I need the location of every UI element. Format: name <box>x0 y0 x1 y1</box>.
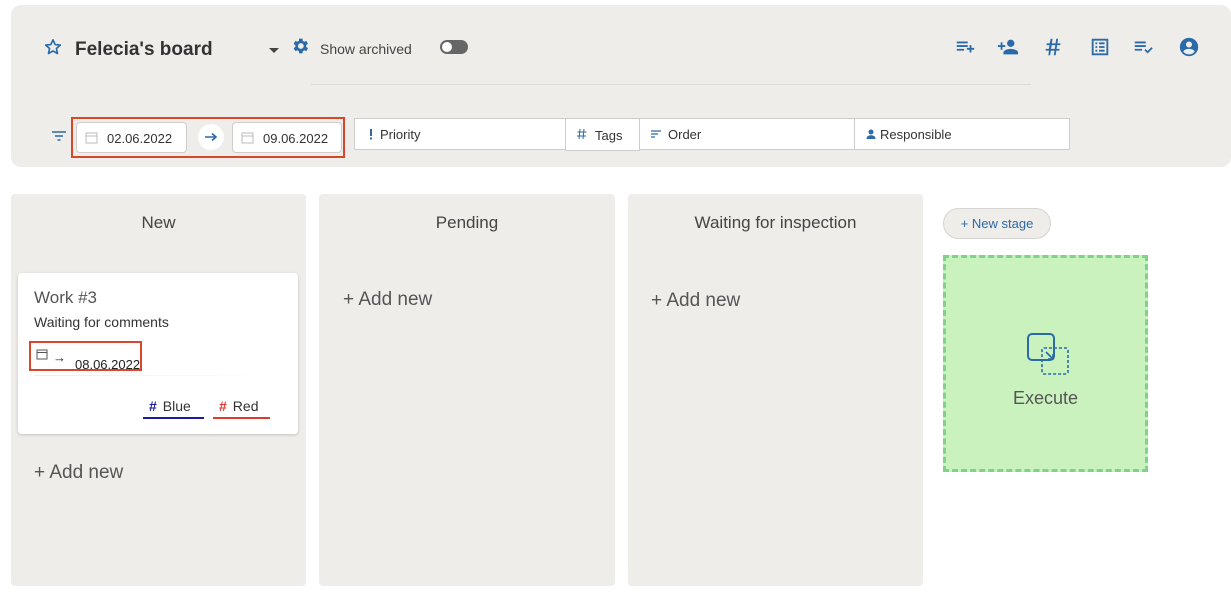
calendar-icon <box>36 349 48 360</box>
new-stage-button[interactable]: + New stage <box>943 208 1051 239</box>
sort-icon <box>651 130 661 138</box>
add-new-button[interactable]: + Add new <box>34 462 123 484</box>
stage-column-new: New Work #3 Waiting for comments 08.06.2… <box>11 194 306 586</box>
board-title: Felecia's board <box>75 39 213 60</box>
column-title: Waiting for inspection <box>694 213 857 232</box>
move-to-icon <box>1027 333 1069 375</box>
tag-label: Blue <box>162 398 191 414</box>
responsible-filter[interactable]: Responsible <box>854 118 1070 150</box>
add-person-icon[interactable] <box>997 36 1019 58</box>
stage-column-waiting-for-inspection: Waiting for inspection + Add new <box>628 194 923 586</box>
hashtag-icon[interactable] <box>1042 36 1064 58</box>
calendar-icon <box>85 132 98 144</box>
list-view-icon[interactable] <box>1089 36 1111 58</box>
date-range-filter: 02.06.2022 09.06.2022 <box>71 117 345 158</box>
stage-column-pending: Pending + Add new <box>319 194 615 586</box>
exclamation-icon <box>370 129 372 140</box>
column-title: New <box>141 213 176 232</box>
add-list-icon[interactable] <box>954 36 976 58</box>
order-filter[interactable]: Order <box>639 118 855 150</box>
priority-label: Priority <box>380 127 421 142</box>
checklist-icon[interactable] <box>1132 36 1154 58</box>
tag-label: Red <box>232 398 259 414</box>
add-new-button[interactable]: + Add new <box>651 290 740 312</box>
show-archived-label: Show archived <box>320 41 412 57</box>
arrow-right-icon <box>205 132 218 142</box>
star-icon[interactable] <box>43 37 63 57</box>
task-card[interactable]: Work #3 Waiting for comments 08.06.2022 →… <box>18 273 298 434</box>
board-header: Felecia's board Show archived 02.06.2022… <box>11 5 1231 167</box>
column-title: Pending <box>435 213 499 232</box>
calendar-icon <box>241 132 254 144</box>
date-to-value: 09.06.2022 <box>263 131 329 146</box>
card-due-date[interactable]: 08.06.2022 → <box>29 341 142 372</box>
account-icon[interactable] <box>1178 36 1200 58</box>
person-icon <box>866 129 876 139</box>
filter-icon[interactable] <box>50 127 68 145</box>
show-archived-toggle[interactable] <box>440 40 468 54</box>
execute-label: Execute <box>1012 388 1079 408</box>
card-title: Work #3 <box>34 288 97 307</box>
date-range-arrow-button[interactable] <box>198 124 224 150</box>
card-date-arrow: → <box>53 350 66 365</box>
chevron-down-icon[interactable] <box>267 43 281 57</box>
priority-filter[interactable]: Priority <box>354 118 566 150</box>
hashtag-icon: # <box>219 398 227 414</box>
date-from-value: 02.06.2022 <box>107 131 173 146</box>
tags-filter[interactable]: Tags <box>565 118 640 151</box>
execute-drop-zone[interactable]: Execute <box>943 255 1148 472</box>
order-label: Order <box>668 127 702 142</box>
date-to-input[interactable]: 09.06.2022 <box>232 122 342 153</box>
card-status: Waiting for comments <box>34 314 169 330</box>
tag-blue[interactable]: # Blue <box>143 398 204 419</box>
tag-red[interactable]: # Red <box>213 398 270 419</box>
header-divider <box>311 84 1031 85</box>
card-date-value: 08.06.2022 <box>75 357 141 372</box>
tags-label: Tags <box>595 128 623 143</box>
hashtag-icon <box>577 128 587 140</box>
gear-icon[interactable] <box>290 36 310 56</box>
hashtag-icon: # <box>149 398 157 414</box>
date-from-input[interactable]: 02.06.2022 <box>76 122 187 153</box>
add-new-button[interactable]: + Add new <box>343 289 432 311</box>
card-divider <box>34 375 274 376</box>
responsible-label: Responsible <box>880 127 952 142</box>
